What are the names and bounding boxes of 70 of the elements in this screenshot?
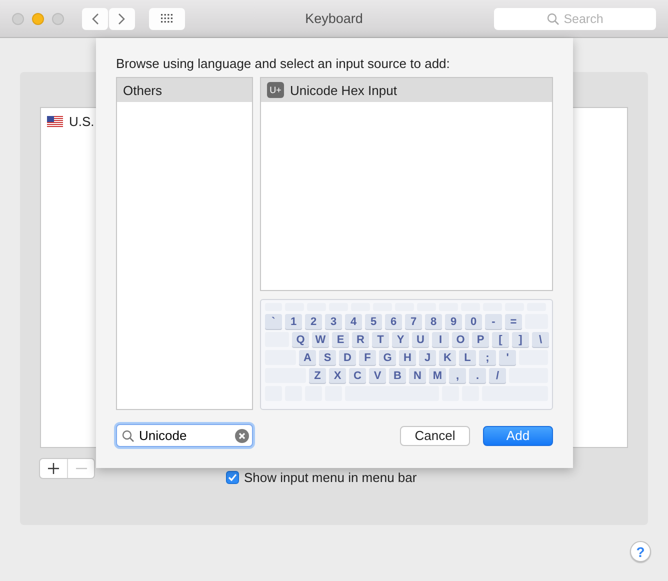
keyboard-key: O [452,332,469,347]
keyboard-key: D [339,350,356,365]
source-label: Unicode Hex Input [290,82,397,98]
show-all-button[interactable] [149,8,185,30]
keyboard-key: Z [309,368,326,383]
keyboard-key: Q [292,332,309,347]
checkbox[interactable] [226,471,239,484]
keyboard-key: 5 [365,314,382,329]
keyboard-key: , [449,368,466,383]
keyboard-key: 8 [425,314,442,329]
keyboard-key: \ [532,332,549,347]
cancel-button[interactable]: Cancel [400,426,470,446]
flag-icon [47,116,63,126]
window-title: Keyboard [305,11,363,26]
sheet-heading: Browse using language and select an input source to add: [116,56,451,71]
forward-button[interactable] [109,8,135,30]
keyboard-key: L [459,350,476,365]
grid-icon [161,14,173,24]
source-badge: U+ [267,82,284,98]
keyboard-key: 0 [465,314,482,329]
search-icon [546,12,559,24]
keyboard-key: M [429,368,446,383]
keyboard-key: 3 [325,314,342,329]
clear-icon[interactable] [235,428,249,442]
keyboard-key: = [505,314,522,329]
plus-icon [48,463,59,474]
back-button[interactable] [82,8,108,30]
keyboard-key: . [469,368,486,383]
keyboard-key: 9 [445,314,462,329]
keyboard-key: G [379,350,396,365]
keyboard-key: ` [265,314,282,329]
keyboard-key: ; [479,350,496,365]
keyboard-key: [ [492,332,509,347]
language-item[interactable]: Others [117,78,252,102]
keyboard-key: B [389,368,406,383]
keyboard-key: P [472,332,489,347]
keyboard-key: ' [499,350,516,365]
keyboard-key: F [359,350,376,365]
keyboard-key: 7 [405,314,422,329]
keyboard-key: W [312,332,329,347]
keyboard-key: U [412,332,429,347]
keyboard-key: E [332,332,349,347]
keyboard-key: 4 [345,314,362,329]
keyboard-key: Y [392,332,409,347]
keyboard-key: X [329,368,346,383]
keyboard-key: S [319,350,336,365]
keyboard-key: 2 [305,314,322,329]
keyboard-key: C [349,368,366,383]
keyboard-key: H [399,350,416,365]
keyboard-key: - [485,314,502,329]
search-icon [122,430,134,442]
search-field[interactable]: Unicode [116,424,253,447]
keyboard-key: I [432,332,449,347]
keyboard-key: 1 [285,314,302,329]
keyboard-key: T [372,332,389,347]
keyboard-key: N [409,368,426,383]
keyboard-key: / [489,368,506,383]
checkmark-icon [228,473,237,482]
keyboard-key: R [352,332,369,347]
keyboard-key: A [299,350,316,365]
keyboard-key: J [419,350,436,365]
keyboard-key: 6 [385,314,402,329]
keyboard-key: V [369,368,386,383]
chevron-left-icon [91,12,99,24]
help-button[interactable]: ? [630,541,651,562]
chevron-right-icon [118,12,126,24]
keyboard-key: ] [512,332,529,347]
checkbox-label: Show input menu in menu bar [244,470,417,485]
source-item[interactable]: U+ Unicode Hex Input [261,78,552,102]
keyboard-key: K [439,350,456,365]
